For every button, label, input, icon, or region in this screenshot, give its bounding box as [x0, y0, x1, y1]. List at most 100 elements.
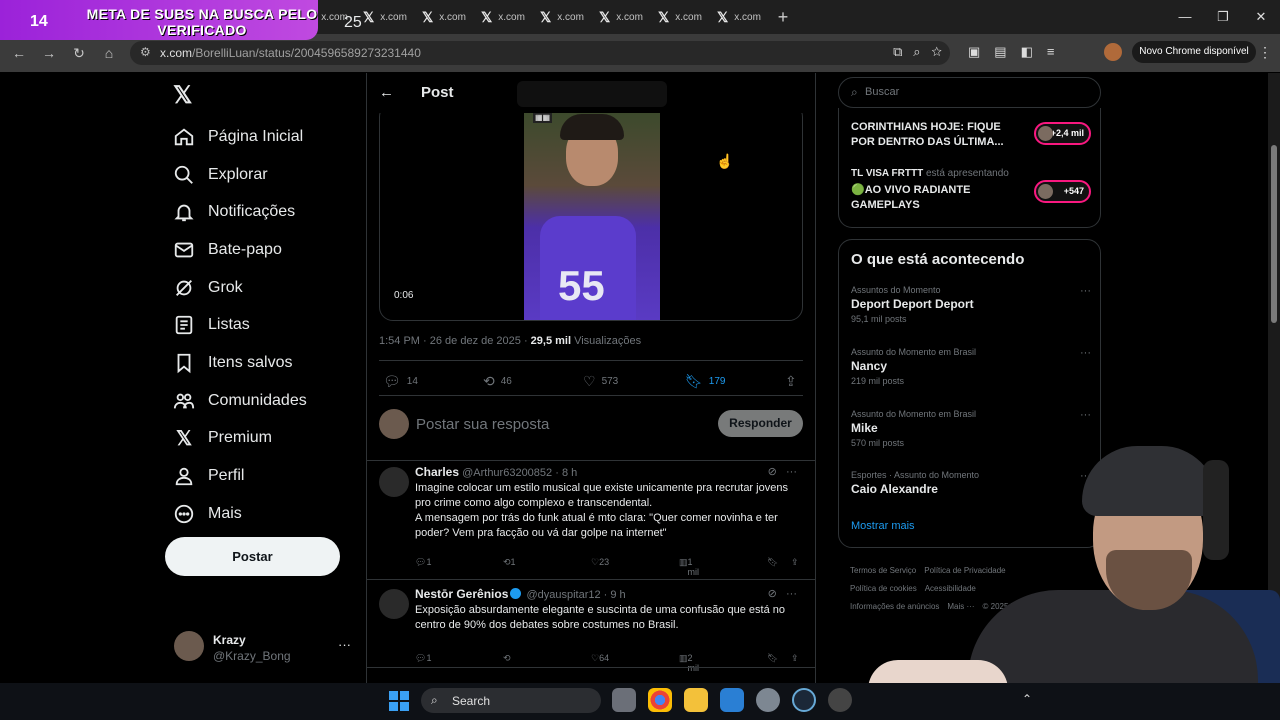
minimize-button[interactable]: — — [1166, 0, 1204, 34]
zoom-icon[interactable]: ⌕ — [913, 44, 920, 59]
like-action[interactable]: ♡ 573 — [583, 373, 618, 390]
more-icon[interactable]: ··· — [1080, 347, 1091, 359]
live-listener-count[interactable]: +547 — [1034, 180, 1091, 203]
reply-action[interactable]: 💬︎ 1 — [415, 653, 431, 664]
repost-action[interactable]: ⟲ 46 — [483, 373, 512, 390]
reply-input[interactable]: Postar sua resposta — [416, 416, 549, 433]
settings-icon[interactable] — [756, 688, 780, 712]
extension-icon[interactable]: ▤ — [994, 44, 1020, 59]
browser-tab[interactable]: 𝕏x.com — [414, 0, 473, 34]
share-icon[interactable]: ⇪ — [791, 557, 799, 568]
sidebar-item-premium[interactable]: 𝕏 Premium — [172, 420, 307, 458]
sidebar-item-notificações[interactable]: Notificações — [172, 193, 307, 231]
browser-tab[interactable]: 𝕏x.com — [650, 0, 709, 34]
live-item[interactable]: TL VISA FRTTT está apresentando 🟢AO VIVO… — [851, 168, 1091, 213]
extension-icon[interactable]: ▣ — [968, 44, 994, 59]
comment-author[interactable]: Charles — [415, 465, 459, 479]
star-icon[interactable]: ☆ — [931, 44, 942, 59]
sidebar-item-bate-papo[interactable]: Bate-papo — [172, 231, 307, 269]
post-time[interactable]: 1:54 PM — [379, 335, 420, 347]
avatar[interactable] — [379, 589, 409, 619]
views-action[interactable]: ▥ 1 mil — [679, 557, 699, 577]
live-listener-count[interactable]: +2,4 mil — [1034, 122, 1091, 145]
more-icon[interactable]: ··· — [1080, 285, 1091, 297]
home-icon[interactable]: ⌂ — [94, 45, 124, 61]
puzzle-icon[interactable]: ◧ — [1021, 44, 1047, 59]
site-info-icon[interactable]: ⚙ — [140, 45, 151, 59]
taskbar-search[interactable]: ⌕ Search — [421, 688, 601, 713]
comment-handle[interactable]: @dyauspitar12 — [526, 589, 600, 601]
post-button[interactable]: Postar — [165, 537, 340, 576]
sidebar-item-página-inicial[interactable]: Página Inicial — [172, 118, 307, 156]
chrome-menu-icon[interactable]: ⋮ — [1258, 44, 1272, 61]
reply-button[interactable]: Responder — [718, 410, 803, 437]
back-arrow-icon[interactable]: ← — [379, 84, 394, 101]
sidebar-item-itens-salvos[interactable]: Itens salvos — [172, 344, 307, 382]
new-chrome-button[interactable]: Novo Chrome disponível — [1132, 41, 1256, 63]
forward-icon[interactable]: → — [34, 45, 64, 61]
browser-tab[interactable]: 𝕏x.com — [591, 0, 650, 34]
like-action[interactable]: ♡ 64 — [591, 653, 609, 664]
more-icon[interactable]: ··· — [1080, 409, 1091, 421]
bookmark-icon[interactable]: 🔖︎ — [767, 653, 778, 664]
media-icon[interactable]: ≡ — [1047, 44, 1069, 59]
install-icon[interactable]: ⧉ — [893, 44, 902, 59]
like-action[interactable]: ♡ 23 — [591, 557, 609, 568]
new-tab-button[interactable]: + — [768, 7, 798, 28]
url-bar[interactable]: ⚙ x.com/BorelliLuan/status/2004596589273… — [130, 41, 950, 65]
back-icon[interactable]: ← — [4, 45, 34, 61]
reply-composer: Postar sua resposta Responder — [379, 409, 803, 439]
maximize-button[interactable]: ❐ — [1204, 0, 1242, 34]
more-icon[interactable]: ··· — [786, 466, 797, 478]
close-window-button[interactable]: ✕ — [1242, 0, 1280, 34]
sidebar-item-perfil[interactable]: Perfil — [172, 457, 307, 495]
file-explorer-icon[interactable] — [684, 688, 708, 712]
views-action[interactable]: ▥ 2 mil — [679, 653, 699, 673]
comment-author[interactable]: Nestōr Gerênios — [415, 587, 508, 601]
grok-icon[interactable]: ⊘ — [768, 466, 777, 478]
share-action[interactable]: ⇪ — [785, 373, 803, 390]
bookmark-action[interactable]: 🔖︎ 179 — [685, 373, 725, 390]
browser-tab[interactable]: 𝕏x.com — [473, 0, 532, 34]
tray-chevron-icon[interactable]: ⌃ — [1022, 692, 1032, 706]
app-icon[interactable] — [828, 688, 852, 712]
bookmark-icon[interactable]: 🔖︎ — [767, 557, 778, 568]
sidebar-item-grok[interactable]: Grok — [172, 269, 307, 307]
steam-icon[interactable] — [792, 688, 816, 712]
chrome-profile-avatar[interactable] — [1104, 43, 1122, 61]
reply-action[interactable]: 💬︎ 14 — [383, 373, 418, 390]
browser-tab[interactable]: 𝕏x.com — [532, 0, 591, 34]
sidebar-item-comunidades[interactable]: Comunidades — [172, 382, 307, 420]
share-icon[interactable]: ⇪ — [791, 653, 799, 664]
comment-time[interactable]: 9 h — [610, 589, 625, 601]
reply-action[interactable]: 💬︎ 1 — [415, 557, 431, 568]
more-icon[interactable]: ··· — [338, 637, 351, 652]
windows-start-icon[interactable] — [389, 691, 409, 711]
post-date[interactable]: 26 de dez de 2025 — [430, 335, 521, 347]
browser-tab[interactable]: 𝕏x.com — [709, 0, 768, 34]
comment-time[interactable]: 8 h — [562, 467, 577, 479]
trend-item[interactable]: Assunto do Momento em Brasil Nancy 219 m… — [851, 347, 1091, 386]
browser-tab[interactable]: 𝕏x.com — [355, 0, 414, 34]
video-player[interactable]: 55 ▦▦ 0:06 — [379, 103, 803, 321]
search-input[interactable]: ⌕ Buscar — [838, 77, 1101, 108]
live-item[interactable]: CORINTHIANS HOJE: FIQUE POR DENTRO DAS Ú… — [851, 120, 1091, 150]
repost-action[interactable]: ⟲ — [503, 653, 511, 664]
reload-icon[interactable]: ↻ — [64, 45, 94, 62]
sidebar-item-explorar[interactable]: Explorar — [172, 156, 307, 194]
sidebar-item-listas[interactable]: Listas — [172, 306, 307, 344]
task-view-icon[interactable] — [612, 688, 636, 712]
grok-icon[interactable]: ⊘ — [768, 588, 777, 600]
comment-handle[interactable]: @Arthur63200852 — [462, 467, 552, 479]
sidebar-item-mais[interactable]: Mais — [172, 495, 307, 533]
avatar[interactable] — [379, 467, 409, 497]
more-icon[interactable]: ··· — [786, 588, 797, 600]
x-logo-icon[interactable]: 𝕏 — [173, 81, 192, 110]
chrome-icon[interactable] — [648, 688, 672, 712]
live-status: está apresentando — [926, 168, 1009, 179]
scrollbar-thumb[interactable] — [1271, 145, 1277, 323]
trend-item[interactable]: Assuntos do Momento Deport Deport Deport… — [851, 285, 1091, 324]
store-icon[interactable] — [720, 688, 744, 712]
repost-action[interactable]: ⟲ 1 — [503, 557, 516, 568]
captions-icon[interactable]: ▦▦ — [533, 112, 553, 123]
